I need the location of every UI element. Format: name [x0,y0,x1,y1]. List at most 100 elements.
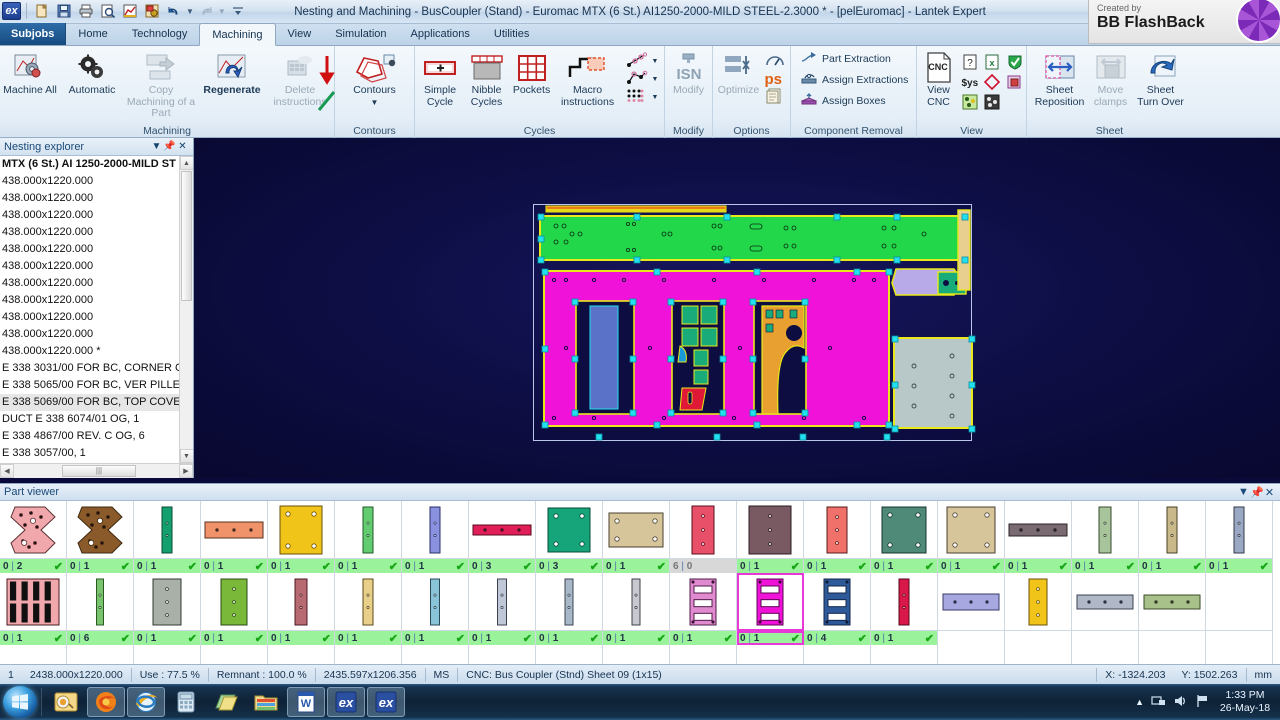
part-status-badge[interactable]: 0 | 1 ✔ [737,559,804,573]
part-thumbnail[interactable] [804,501,871,559]
list-item[interactable]: E 338 5065/00 FOR BC, VER PILLER N [0,377,179,394]
nibble-cycles-button[interactable]: Nibble Cycles [463,50,511,109]
part-status-badge[interactable]: 0 | 1 ✔ [536,631,603,645]
part-thumbnail[interactable] [268,645,335,665]
scroll-thumb[interactable] [181,171,192,301]
tab-utilities[interactable]: Utilities [482,23,541,45]
sheet-reposition-button[interactable]: Sheet Reposition [1033,50,1087,109]
part-status-badge[interactable]: 0 | 3 ✔ [536,559,603,573]
part-status-badge[interactable] [1072,631,1139,645]
part-status-badge[interactable] [1206,631,1273,645]
copy-machining-button[interactable]: Copy Machining of a Part [123,50,199,121]
part-status-badge[interactable]: 0 | 1 ✔ [737,631,804,645]
list-item[interactable]: E 338 4867/00 REV. C OG, 6 [0,428,179,445]
part-thumbnail[interactable] [469,573,536,631]
help-view-button[interactable]: ? [959,54,981,72]
part-viewer-grid[interactable]: 0 | 2 ✔ 0 | 1 ✔ 0 | 1 ✔ 0 | 1 ✔ 0 | 1 ✔ 0 | 1 ✔ 0 | … [0,501,1280,665]
part-thumbnail[interactable] [737,501,804,559]
assign-boxes-item[interactable]: Assign Boxes [797,92,889,110]
print-preview-icon[interactable] [98,1,118,21]
part-thumbnail[interactable] [201,573,268,631]
network-icon[interactable] [1151,694,1166,711]
matrix-points-dropdown[interactable]: ▼ [652,94,659,101]
part-thumbnail[interactable] [938,645,1005,665]
part-thumbnail[interactable] [335,501,402,559]
list-item[interactable]: 438.000x1220.000 [0,258,179,275]
tab-technology[interactable]: Technology [120,23,200,45]
part-status-badge[interactable]: 0 | 1 ✔ [268,559,335,573]
scroll-up-arrow-icon[interactable]: ▲ [179,156,193,170]
start-button[interactable] [3,686,37,718]
part-status-badge[interactable]: 0 | 1 ✔ [201,631,268,645]
part-thumbnail[interactable] [0,573,67,631]
app-logo-icon[interactable]: ex [2,2,21,20]
regenerate-button[interactable]: Regenerate [199,50,265,98]
nesting-canvas[interactable] [194,138,1280,478]
list-item[interactable]: 438.000x1220.000 [0,207,179,224]
part-thumbnail[interactable] [670,573,737,631]
matrix-points-button[interactable]: ▼ [623,88,662,106]
part-thumbnail[interactable] [469,501,536,559]
hscroll-track[interactable]: ||| [14,464,179,479]
part-status-badge[interactable]: 0 | 1 ✔ [402,631,469,645]
part-status-badge[interactable]: 0 | 1 ✔ [938,559,1005,573]
pattern1-view-button[interactable] [959,94,981,112]
isn-modify-button[interactable]: ISN Modify [666,50,712,98]
part-status-badge[interactable]: 0 | 1 ✔ [134,559,201,573]
show-hidden-icons-icon[interactable]: ▲ [1135,697,1144,707]
gauge-options-button[interactable] [762,52,788,70]
customize-qat-icon[interactable] [228,1,248,21]
settings-icon[interactable] [142,1,162,21]
part-status-badge[interactable] [1005,631,1072,645]
scroll-down-arrow-icon[interactable]: ▼ [179,449,193,463]
part-thumbnail[interactable] [603,645,670,665]
part-thumbnail[interactable] [0,645,67,665]
part-status-badge[interactable]: 0 | 1 ✔ [804,559,871,573]
close-icon[interactable]: ✕ [1263,486,1276,499]
part-thumbnail[interactable] [402,573,469,631]
part-thumbnail[interactable] [536,501,603,559]
part-thumbnail[interactable] [1005,573,1072,631]
tab-applications[interactable]: Applications [399,23,482,45]
part-thumbnail[interactable] [134,645,201,665]
part-thumbnail[interactable] [268,501,335,559]
new-document-icon[interactable] [32,1,52,21]
file-explorer-taskbar-icon[interactable] [247,687,285,717]
part-thumbnail[interactable] [402,645,469,665]
tab-simulation[interactable]: Simulation [323,23,398,45]
part-status-badge[interactable]: 0 | 3 ✔ [469,559,536,573]
part-status-badge[interactable]: 0 | 1 ✔ [603,559,670,573]
sys-view-button[interactable]: $ys [959,74,981,92]
part-thumbnail[interactable] [67,573,134,631]
part-thumbnail[interactable] [1139,501,1206,559]
part-status-badge[interactable] [1139,631,1206,645]
close-icon[interactable]: ✕ [176,141,189,152]
chart-icon[interactable] [120,1,140,21]
part-status-badge[interactable]: 0 | 1 ✔ [335,631,402,645]
part-thumbnail[interactable] [938,573,1005,631]
chevron-down-icon[interactable]: ▼ [1237,486,1250,498]
part-thumbnail[interactable] [67,645,134,665]
part-thumbnail[interactable] [871,501,938,559]
part-thumbnail[interactable] [1139,645,1206,665]
part-thumbnail[interactable] [0,501,67,559]
part-thumbnail[interactable] [1139,573,1206,631]
part-thumbnail[interactable] [871,645,938,665]
simple-cycle-button[interactable]: Simple Cycle [418,50,463,109]
grid-points-dropdown[interactable]: ▼ [652,76,659,83]
explorer-folders-taskbar-icon[interactable] [207,687,245,717]
list-item[interactable]: E 338 3057/00, 1 [0,445,179,462]
diamond-view-button[interactable] [981,73,1003,92]
list-item[interactable]: E 338 3031/00 FOR BC, CORNER CO [0,360,179,377]
part-thumbnail[interactable] [134,573,201,631]
part-thumbnail[interactable] [201,501,268,559]
tab-subjobs[interactable]: Subjobs [0,23,67,45]
list-item[interactable]: 438.000x1220.000 [0,292,179,309]
scroll-left-arrow-icon[interactable]: ◀ [0,464,14,478]
print-icon[interactable] [76,1,96,21]
layers-view-button[interactable] [1003,74,1025,92]
part-status-badge[interactable]: 0 | 1 ✔ [469,631,536,645]
list-item[interactable]: 438.000x1220.000 * [0,343,179,360]
part-status-badge[interactable]: 0 | 1 ✔ [0,631,67,645]
taskbar-clock[interactable]: 1:33 PM 26-May-18 [1216,689,1274,715]
